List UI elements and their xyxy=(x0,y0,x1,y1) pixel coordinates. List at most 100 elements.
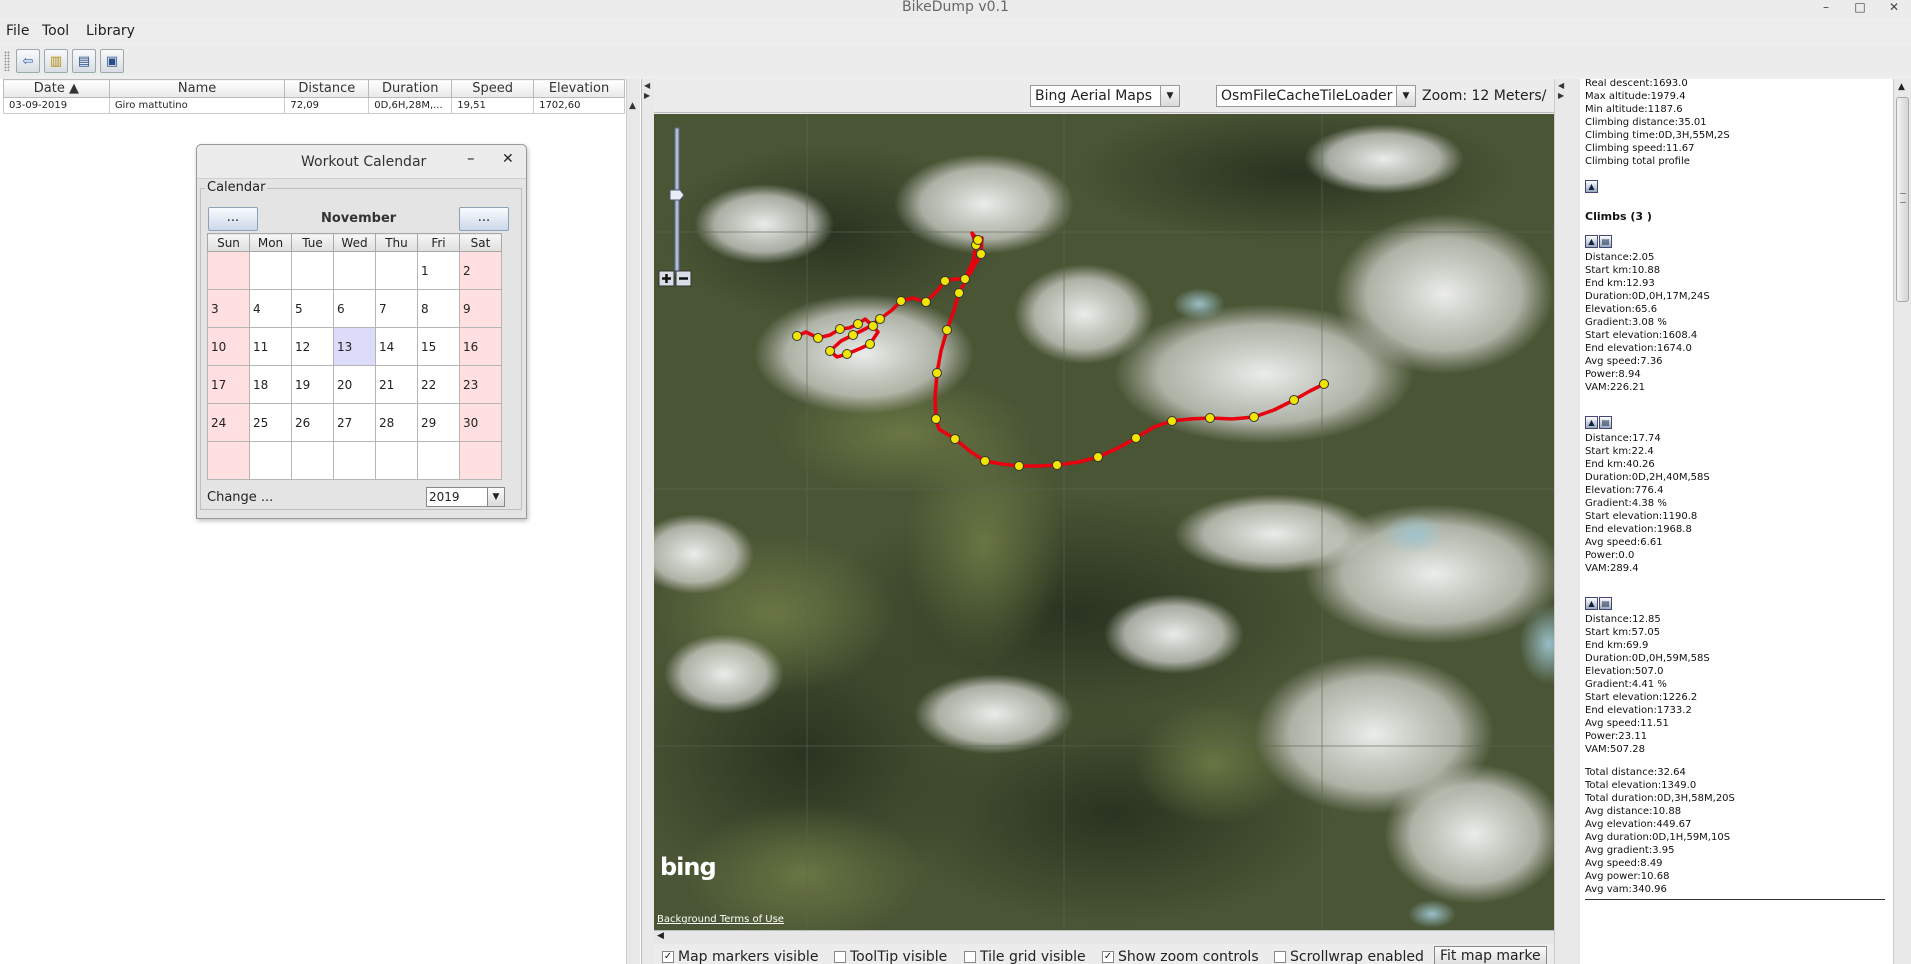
calendar-day-empty[interactable] xyxy=(291,251,334,290)
mountain-profile-icon[interactable]: ▲ xyxy=(1585,416,1598,429)
calendar-minimize-icon[interactable]: – xyxy=(467,149,475,167)
chart-icon[interactable]: ▥ xyxy=(44,49,68,73)
calendar-day-21[interactable]: 21 xyxy=(375,365,418,404)
calendar-day-2[interactable]: 2 xyxy=(459,251,502,290)
calendar-day-empty[interactable] xyxy=(291,441,334,480)
map-view[interactable]: bing Background Terms of Use xyxy=(654,114,1554,930)
calendar-day-empty[interactable] xyxy=(249,251,292,290)
loader-dropdown-arrow-icon[interactable]: ▼ xyxy=(1396,86,1415,106)
menu-tool[interactable]: Tool xyxy=(42,23,69,39)
column-header-speed[interactable]: Speed xyxy=(451,79,535,98)
splitter-left-arrow-icon[interactable]: ◀ xyxy=(644,81,650,90)
calendar-day-empty[interactable] xyxy=(207,441,250,480)
checkbox-tooltip[interactable]: ToolTip visible xyxy=(834,949,947,964)
calendar-day-5[interactable]: 5 xyxy=(291,289,334,328)
calendar-day-26[interactable]: 26 xyxy=(291,403,334,442)
map-marker[interactable] xyxy=(1131,433,1141,443)
map-marker[interactable] xyxy=(853,319,863,329)
scroll-up-arrow-icon[interactable]: ▲ xyxy=(629,101,636,111)
map-marker[interactable] xyxy=(1167,416,1177,426)
calendar-day-empty[interactable] xyxy=(459,441,502,480)
checkbox-box[interactable] xyxy=(1274,951,1286,963)
splitter-right-arrow-icon[interactable]: ▶ xyxy=(1558,91,1564,100)
map-marker[interactable] xyxy=(1205,413,1215,423)
calendar-day-6[interactable]: 6 xyxy=(333,289,376,328)
map-marker[interactable] xyxy=(1093,452,1103,462)
calendar-day-empty[interactable] xyxy=(375,441,418,480)
calendar-day-20[interactable]: 20 xyxy=(333,365,376,404)
calendar-day-25[interactable]: 25 xyxy=(249,403,292,442)
map-marker[interactable] xyxy=(942,325,952,335)
map-marker[interactable] xyxy=(932,368,942,378)
calendar-day-9[interactable]: 9 xyxy=(459,289,502,328)
calendar-titlebar[interactable]: Workout Calendar – ✕ xyxy=(197,145,526,179)
map-marker[interactable] xyxy=(921,297,931,307)
checkbox-box[interactable] xyxy=(834,951,846,963)
map-marker[interactable] xyxy=(865,339,875,349)
cell-duration[interactable]: 0D,6H,28M,... xyxy=(368,97,453,114)
map-marker[interactable] xyxy=(1249,412,1259,422)
workouts-scrollbar[interactable]: ▲ xyxy=(626,79,640,964)
back-arrow-icon[interactable]: ⇦ xyxy=(16,49,40,73)
map-provider-select[interactable]: Bing Aerial Maps ▼ xyxy=(1030,85,1180,107)
cell-name[interactable]: Giro mattutino xyxy=(108,97,286,114)
calendar-day-15[interactable]: 15 xyxy=(417,327,460,366)
map-marker[interactable] xyxy=(896,296,906,306)
map-marker[interactable] xyxy=(950,434,960,444)
column-header-date[interactable]: Date ▲ xyxy=(3,79,110,98)
checkbox-box[interactable]: ✓ xyxy=(1102,951,1114,963)
details-icon[interactable]: ▤ xyxy=(1599,597,1612,610)
calendar-day-18[interactable]: 18 xyxy=(249,365,292,404)
calendar-day-29[interactable]: 29 xyxy=(417,403,460,442)
calendar-day-empty[interactable] xyxy=(375,251,418,290)
map-marker[interactable] xyxy=(954,288,964,298)
splitter-right[interactable]: ◀ ▶ xyxy=(1554,79,1580,964)
menu-file[interactable]: File xyxy=(6,23,29,39)
map-marker[interactable] xyxy=(1289,395,1299,405)
column-header-name[interactable]: Name xyxy=(108,79,286,98)
scrollbar-thumb[interactable] xyxy=(1896,97,1909,302)
calendar-day-8[interactable]: 8 xyxy=(417,289,460,328)
calendar-day-28[interactable]: 28 xyxy=(375,403,418,442)
map-marker[interactable] xyxy=(931,414,941,424)
map-marker[interactable] xyxy=(973,235,983,245)
toolbar-grip[interactable] xyxy=(4,51,10,71)
checkbox-zoom-controls[interactable]: ✓ Show zoom controls xyxy=(1102,949,1259,964)
mountain-profile-icon[interactable]: ▲ xyxy=(1585,597,1598,610)
map-marker[interactable] xyxy=(1052,460,1062,470)
provider-dropdown-arrow-icon[interactable]: ▼ xyxy=(1160,86,1179,106)
year-dropdown-arrow-icon[interactable]: ▼ xyxy=(487,488,504,506)
map-marker[interactable] xyxy=(940,276,950,286)
calendar-day-12[interactable]: 12 xyxy=(291,327,334,366)
checkbox-tile-grid[interactable]: Tile grid visible xyxy=(964,949,1086,964)
calendar-day-14[interactable]: 14 xyxy=(375,327,418,366)
calendar-day-empty[interactable] xyxy=(207,251,250,290)
close-button[interactable]: ✕ xyxy=(1877,0,1911,14)
calendar-day-empty[interactable] xyxy=(249,441,292,480)
next-month-button[interactable]: ... xyxy=(459,207,509,231)
calendar-day-13[interactable]: 13 xyxy=(333,327,376,366)
document-icon[interactable]: ▤ xyxy=(72,49,96,73)
calendar-day-7[interactable]: 7 xyxy=(375,289,418,328)
calendar-day-empty[interactable] xyxy=(333,251,376,290)
calendar-day-27[interactable]: 27 xyxy=(333,403,376,442)
year-select[interactable]: 2019 ▼ xyxy=(426,487,505,507)
column-header-elevation[interactable]: Elevation xyxy=(533,79,625,98)
mountain-profile-icon[interactable]: ▲ xyxy=(1585,180,1598,193)
calendar-day-19[interactable]: 19 xyxy=(291,365,334,404)
splitter-right-arrow-icon[interactable]: ▶ xyxy=(644,91,650,100)
zoom-slider-track[interactable] xyxy=(674,127,680,275)
map-marker[interactable] xyxy=(980,456,990,466)
calendar-day-10[interactable]: 10 xyxy=(207,327,250,366)
statistics-scrollbar[interactable]: ▲ xyxy=(1893,79,1911,964)
map-horizontal-scrollbar[interactable]: ◀ xyxy=(654,930,1554,944)
calendar-day-30[interactable]: 30 xyxy=(459,403,502,442)
map-marker[interactable] xyxy=(813,333,823,343)
table-row[interactable]: 03-09-2019 Giro mattutino 72,09 0D,6H,28… xyxy=(3,97,625,114)
zoom-slider-thumb[interactable] xyxy=(669,189,685,201)
map-marker[interactable] xyxy=(1319,379,1329,389)
calendar-day-23[interactable]: 23 xyxy=(459,365,502,404)
calendar-day-1[interactable]: 1 xyxy=(417,251,460,290)
calendar-day-11[interactable]: 11 xyxy=(249,327,292,366)
checkbox-scrollwrap[interactable]: Scrollwrap enabled xyxy=(1274,949,1424,964)
